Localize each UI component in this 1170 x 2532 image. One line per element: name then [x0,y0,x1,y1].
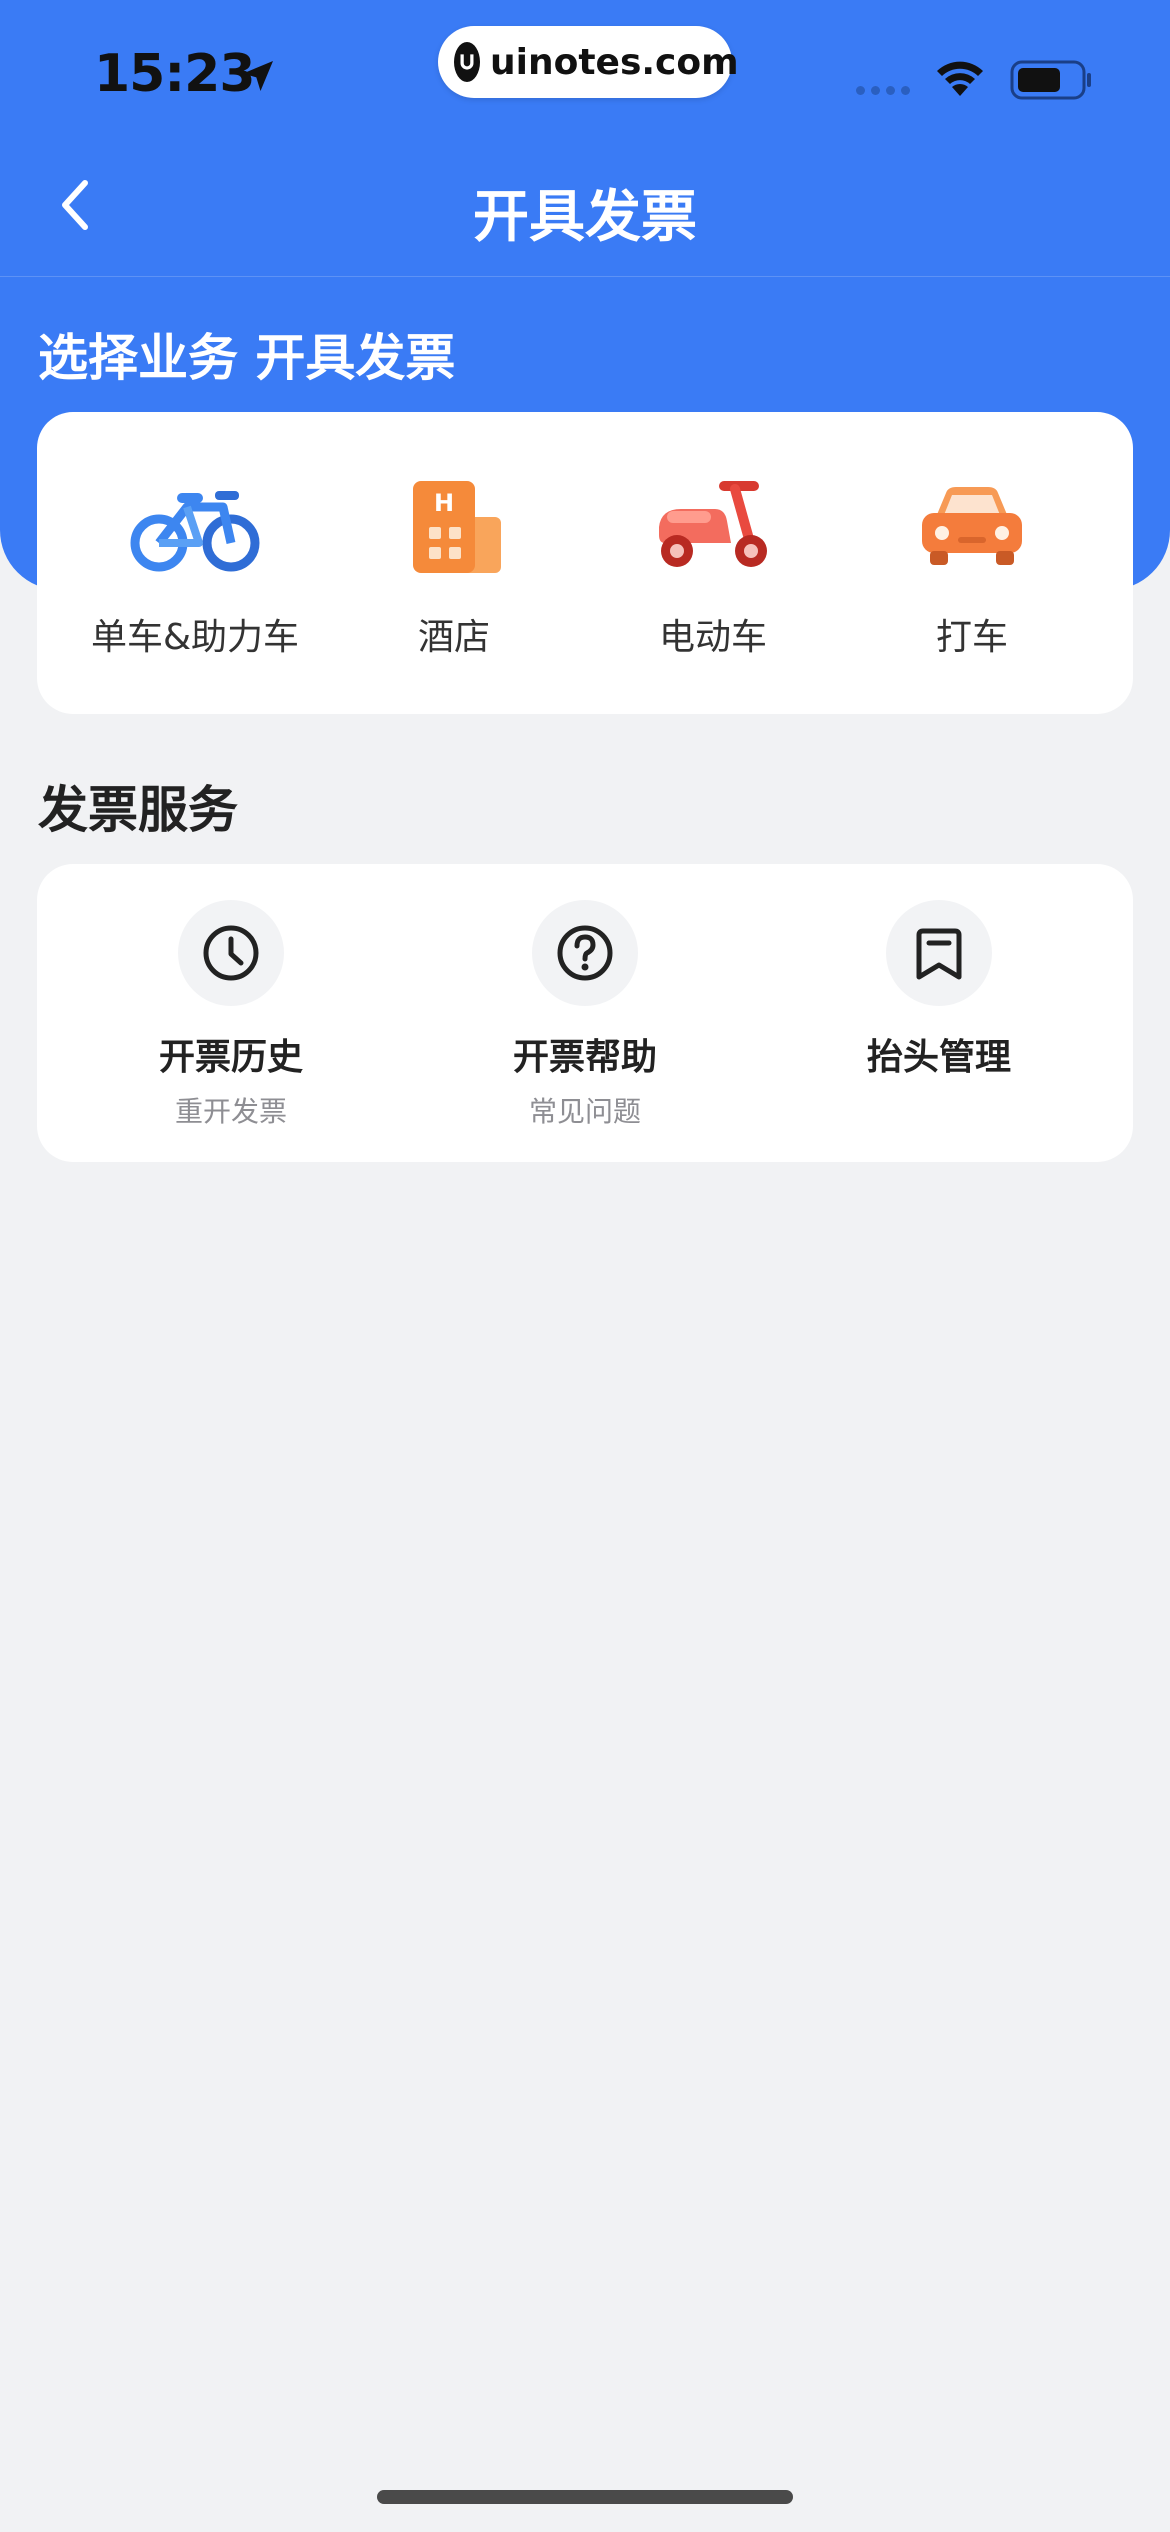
business-label-car: 打车 [935,617,1008,658]
business-item-hotel[interactable]: H 酒店 [324,472,584,660]
business-item-scooter[interactable]: 电动车 [583,472,843,660]
status-time: 15:23 [94,44,256,104]
page-title: 开具发票 [473,185,697,250]
battery-icon [1010,60,1091,100]
clock-icon [178,900,284,1006]
business-label-hotel: 酒店 [417,617,490,658]
navigation-bar: 开具发票 [0,140,1170,277]
bicycle-icon [127,472,263,582]
business-label-scooter: 电动车 [658,617,767,658]
location-arrow-icon [243,61,273,91]
business-card: 单车&助力车 H 酒店 电动车 打车 [37,412,1133,714]
business-item-bicycle[interactable]: 单车&助力车 [65,472,325,660]
url-text: uinotes.com [490,41,739,83]
service-title-header-management: 抬头管理 [866,1037,1011,1078]
cellular-signal-icon [856,86,910,95]
hotel-icon: H [386,472,522,582]
bookmark-icon [886,900,992,1006]
service-subtitle-help: 常见问题 [528,1095,641,1128]
service-card: 开票历史 重开发票 开票帮助 常见问题 抬头管理 [37,864,1133,1162]
service-item-help[interactable]: 开票帮助 常见问题 [435,900,735,1130]
wifi-icon [937,61,983,96]
service-subtitle-history: 重开发票 [174,1095,287,1128]
url-pill[interactable]: uinotes.com [438,26,739,98]
service-section-title: 发票服务 [38,781,238,839]
question-icon [532,900,638,1006]
business-section-title: 选择业务 开具发票 [38,329,456,387]
car-icon [904,472,1040,582]
svg-text:H: H [434,489,454,517]
scooter-icon [645,472,781,582]
status-bar: 15:23 uinotes.com [0,0,1170,140]
service-title-help: 开票帮助 [512,1037,657,1078]
uinotes-logo-icon [454,42,480,82]
business-label-bicycle: 单车&助力车 [90,617,300,658]
service-item-header-management[interactable]: 抬头管理 [789,900,1089,1080]
business-item-car[interactable]: 打车 [842,472,1102,660]
service-title-history: 开票历史 [158,1037,303,1078]
service-item-history[interactable]: 开票历史 重开发票 [81,900,381,1130]
home-indicator[interactable] [377,2490,793,2504]
